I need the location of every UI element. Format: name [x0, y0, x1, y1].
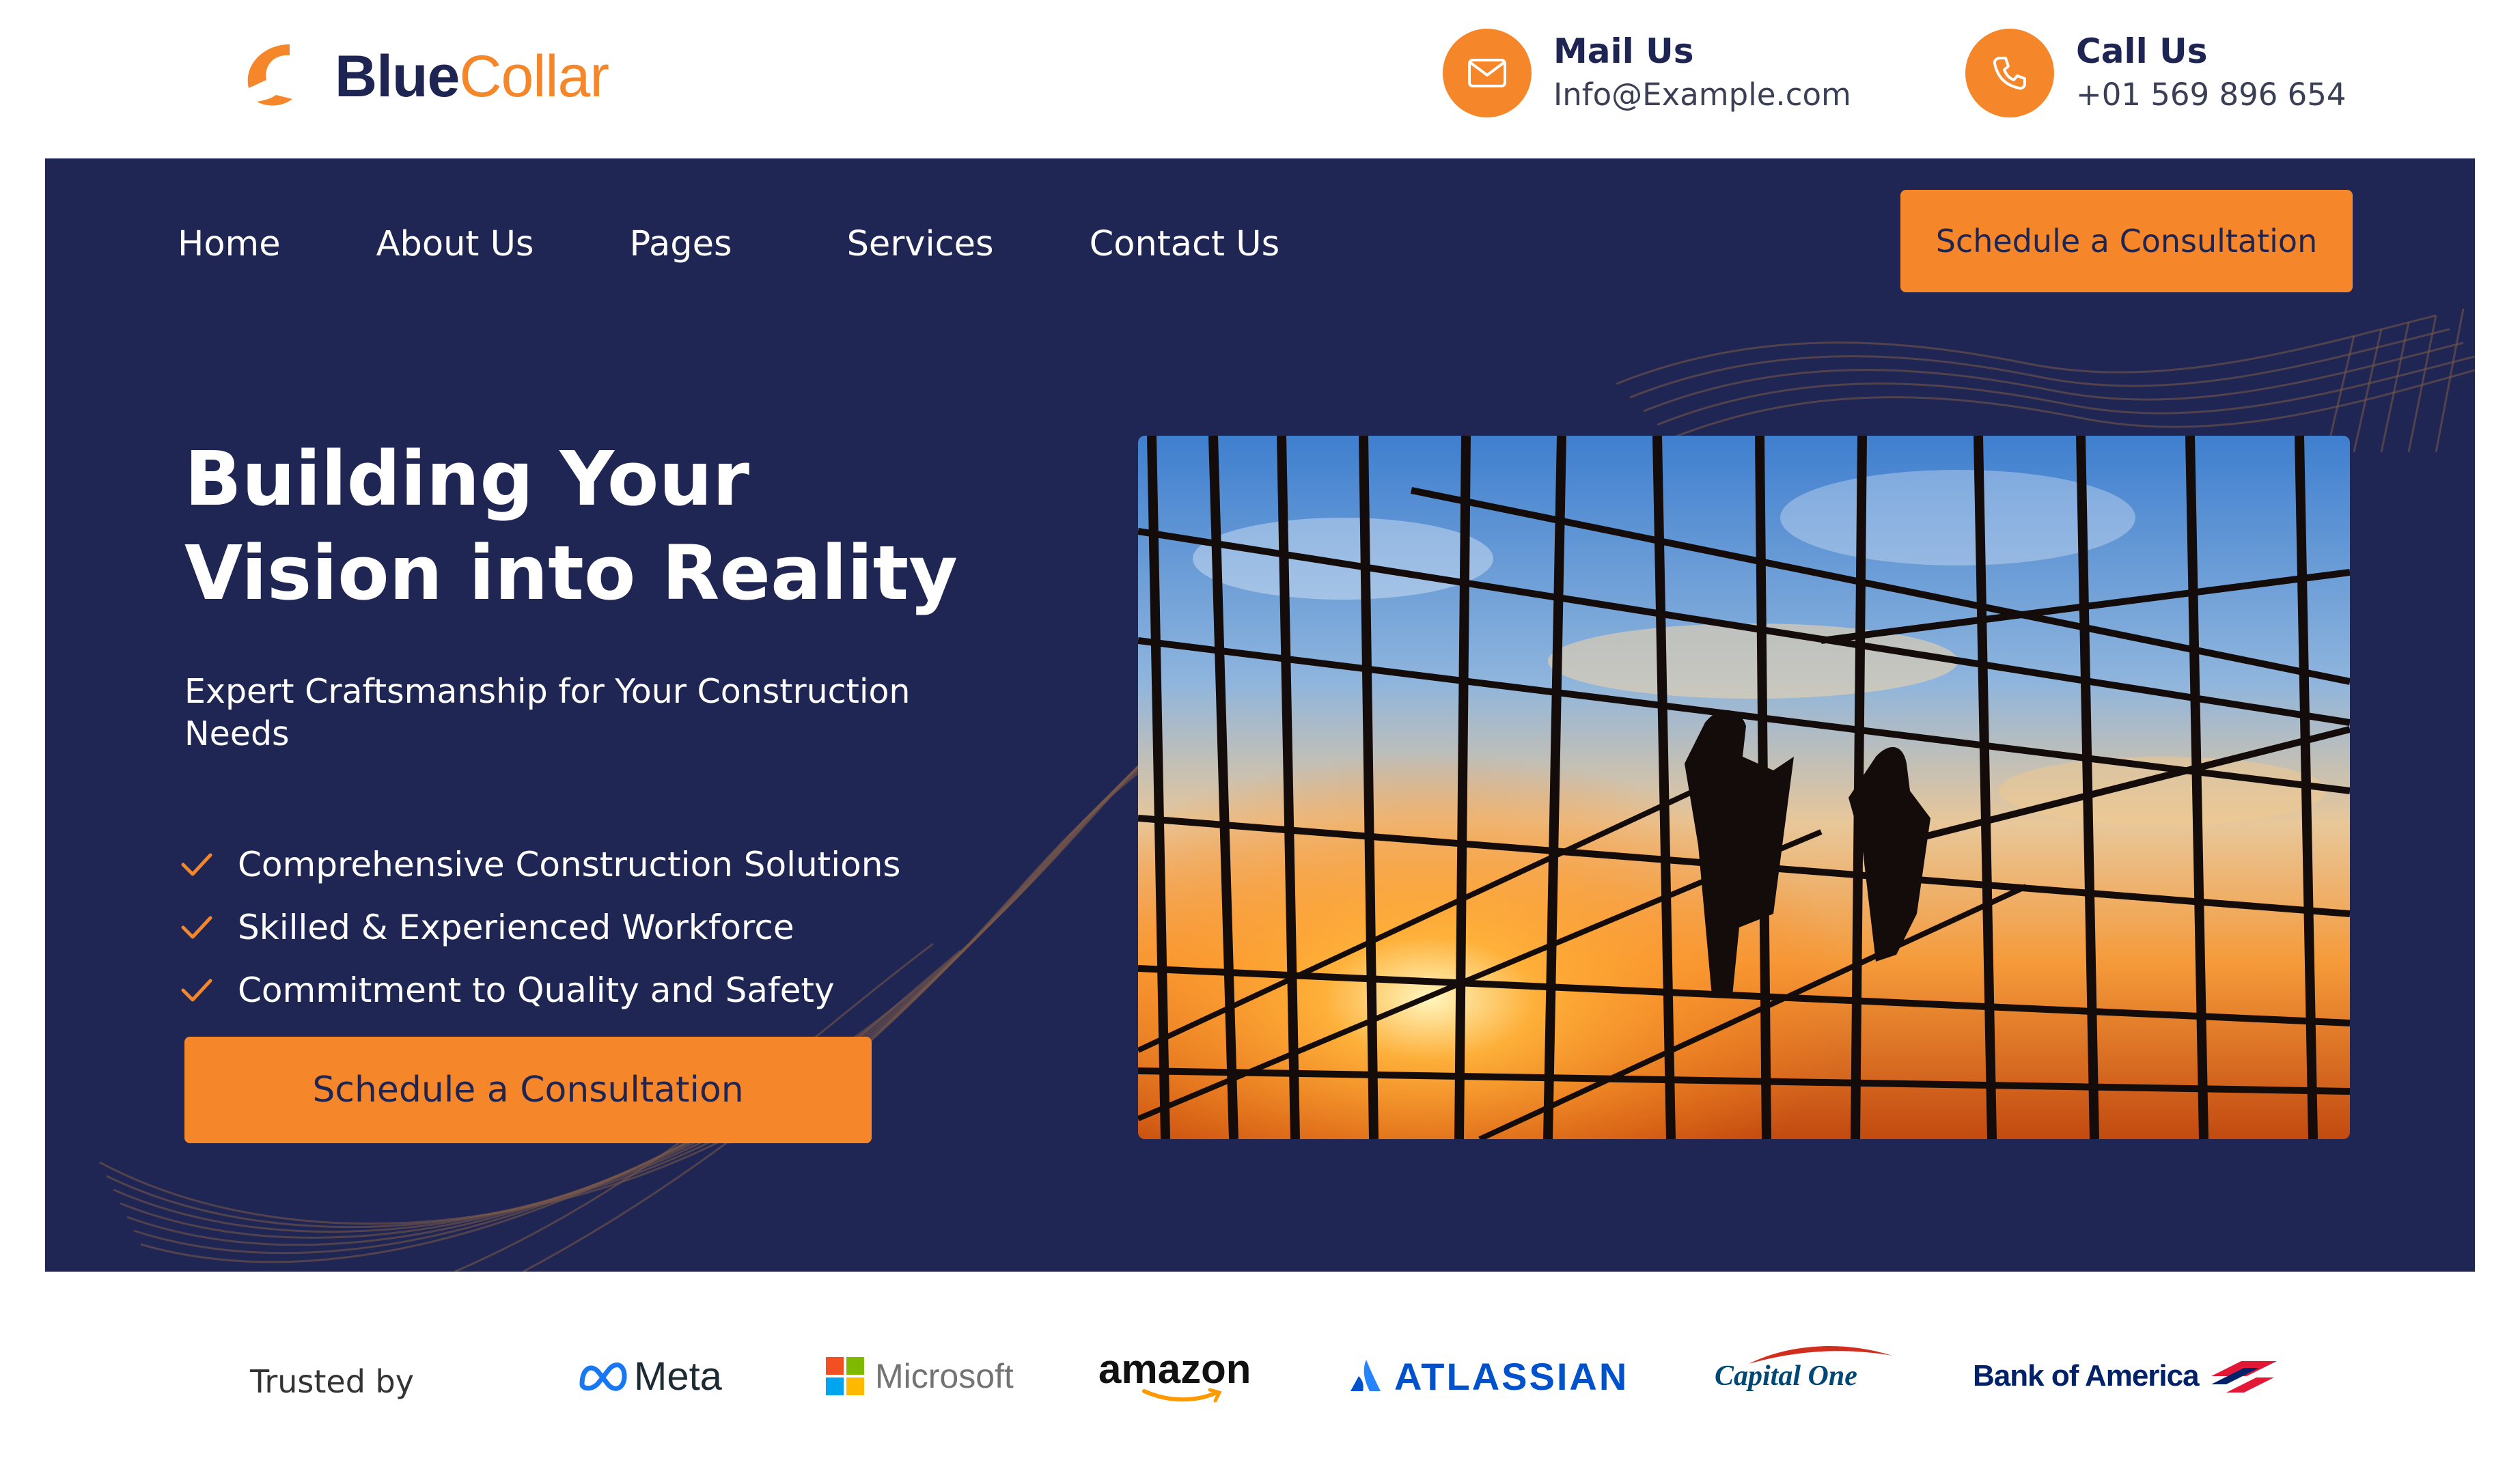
- brand-name-part2: Collar: [459, 43, 609, 109]
- nav-home[interactable]: Home: [178, 219, 281, 270]
- microsoft-logo-text: Microsoft: [875, 1357, 1014, 1395]
- atlassian-mountain-icon: [1351, 1360, 1381, 1391]
- mail-title: Mail Us: [1553, 31, 1694, 71]
- crescent-logo-icon: [247, 44, 292, 106]
- meta-logo-text: Meta: [634, 1354, 722, 1399]
- amazon-logo[interactable]: amazon: [1098, 1332, 1251, 1421]
- schedule-consultation-nav-button[interactable]: Schedule a Consultation: [1900, 190, 2353, 292]
- feature-text: Skilled & Experienced Workforce: [238, 908, 794, 947]
- brand-logo[interactable]: BlueCollar: [236, 36, 609, 117]
- brand-name-part1: Blue: [335, 43, 460, 109]
- nav-contact-us[interactable]: Contact Us: [1090, 219, 1280, 270]
- feature-list: Comprehensive Construction Solutions Ski…: [178, 833, 900, 1022]
- check-icon: [181, 979, 212, 1002]
- microsoft-logo[interactable]: Microsoft: [826, 1332, 1014, 1421]
- phone-icon: [1965, 29, 2054, 117]
- partner-logos: Meta Microsoft amazon ATLASSIAN Capital …: [0, 1332, 2520, 1421]
- mail-address[interactable]: Info@Example.com: [1553, 73, 1851, 117]
- check-icon: [181, 853, 212, 876]
- capital-one-swoosh-icon: [1749, 1346, 1892, 1364]
- amazon-smile-icon: [1141, 1388, 1222, 1403]
- call-contact[interactable]: Call Us +01 569 896 654: [1965, 29, 2346, 117]
- nav-pages[interactable]: Pages: [630, 219, 732, 270]
- hero-headline-line2: Vision into Reality: [184, 529, 958, 617]
- nav-about-us[interactable]: About Us: [376, 219, 534, 270]
- meta-logo[interactable]: Meta: [578, 1332, 722, 1421]
- brand-name: BlueCollar: [335, 43, 609, 111]
- amazon-logo-text: amazon: [1098, 1346, 1251, 1392]
- hero-subtitle: Expert Craftsmanship for Your Constructi…: [184, 672, 911, 753]
- check-icon: [181, 916, 212, 939]
- nav-services[interactable]: Services: [847, 219, 994, 270]
- atlassian-logo-text: ATLASSIAN: [1394, 1354, 1629, 1398]
- feature-text: Comprehensive Construction Solutions: [238, 845, 901, 884]
- call-title: Call Us: [2076, 31, 2208, 71]
- main-nav: Home About Us Pages Services Contact Us: [178, 219, 1279, 270]
- feature-text: Commitment to Quality and Safety: [238, 970, 835, 1010]
- hero-headline: Building Your Vision into Reality: [184, 432, 1154, 620]
- feature-item: Comprehensive Construction Solutions: [178, 833, 900, 896]
- feature-item: Commitment to Quality and Safety: [178, 959, 900, 1022]
- atlassian-logo[interactable]: ATLASSIAN: [1349, 1332, 1629, 1421]
- bank-of-america-logo-text: Bank of America: [1973, 1359, 2200, 1393]
- hero-section: Home About Us Pages Services Contact Us …: [45, 158, 2475, 1272]
- feature-item: Skilled & Experienced Workforce: [178, 896, 900, 959]
- mail-contact[interactable]: Mail Us Info@Example.com: [1443, 29, 1851, 117]
- construction-scaffolding-sunset-photo: [1138, 436, 2350, 1139]
- schedule-consultation-hero-button[interactable]: Schedule a Consultation: [184, 1037, 872, 1143]
- microsoft-grid-icon: [826, 1357, 864, 1395]
- meta-infinity-icon: [579, 1362, 627, 1391]
- capital-one-logo[interactable]: Capital One: [1715, 1332, 1892, 1421]
- bank-of-america-logo[interactable]: Bank of America: [1973, 1332, 2281, 1421]
- mail-icon: [1443, 29, 1532, 117]
- top-header: BlueCollar Mail Us Info@Example.com Call…: [45, 0, 2475, 158]
- phone-number[interactable]: +01 569 896 654: [2076, 73, 2346, 117]
- bank-of-america-flag-icon: [2211, 1361, 2277, 1393]
- hero-headline-line1: Building Your: [184, 435, 750, 522]
